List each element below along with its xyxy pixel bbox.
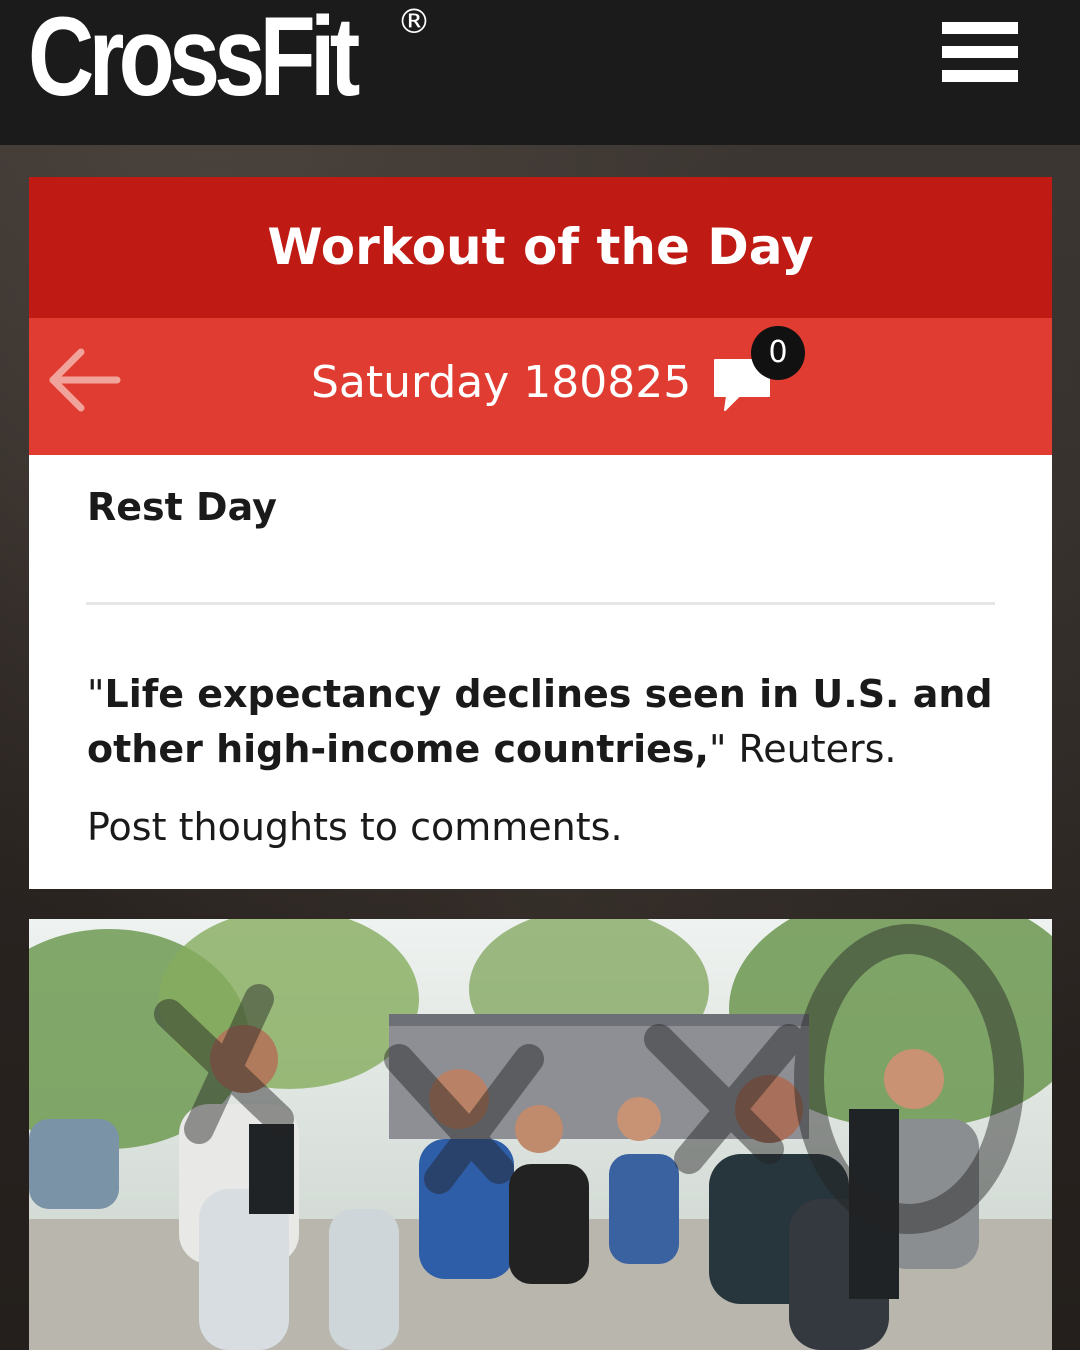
comment-prompt: Post thoughts to comments. xyxy=(87,805,623,849)
workout-title: Rest Day xyxy=(87,485,277,529)
top-navigation-bar: CrossFit ® xyxy=(0,0,1080,145)
quote-open: " xyxy=(87,672,105,716)
headline-source: " Reuters. xyxy=(708,727,897,771)
article-headline: "Life expectancy declines seen in U.S. a… xyxy=(87,667,1007,777)
arrow-left-icon[interactable] xyxy=(47,348,121,412)
date-navigation-bar: Saturday 180825 0 xyxy=(29,318,1052,455)
post-content: Rest Day "Life expectancy declines seen … xyxy=(29,455,1052,889)
crossfit-logo[interactable]: CrossFit xyxy=(28,0,360,122)
divider xyxy=(86,602,995,605)
comment-count-badge[interactable]: 0 xyxy=(751,326,805,380)
registered-mark: ® xyxy=(397,2,431,42)
rowing-athletes-photo xyxy=(29,919,1052,1350)
workout-date: Saturday 180825 xyxy=(311,357,692,408)
hamburger-menu-icon[interactable] xyxy=(942,22,1018,82)
card-title: Workout of the Day xyxy=(29,177,1052,318)
